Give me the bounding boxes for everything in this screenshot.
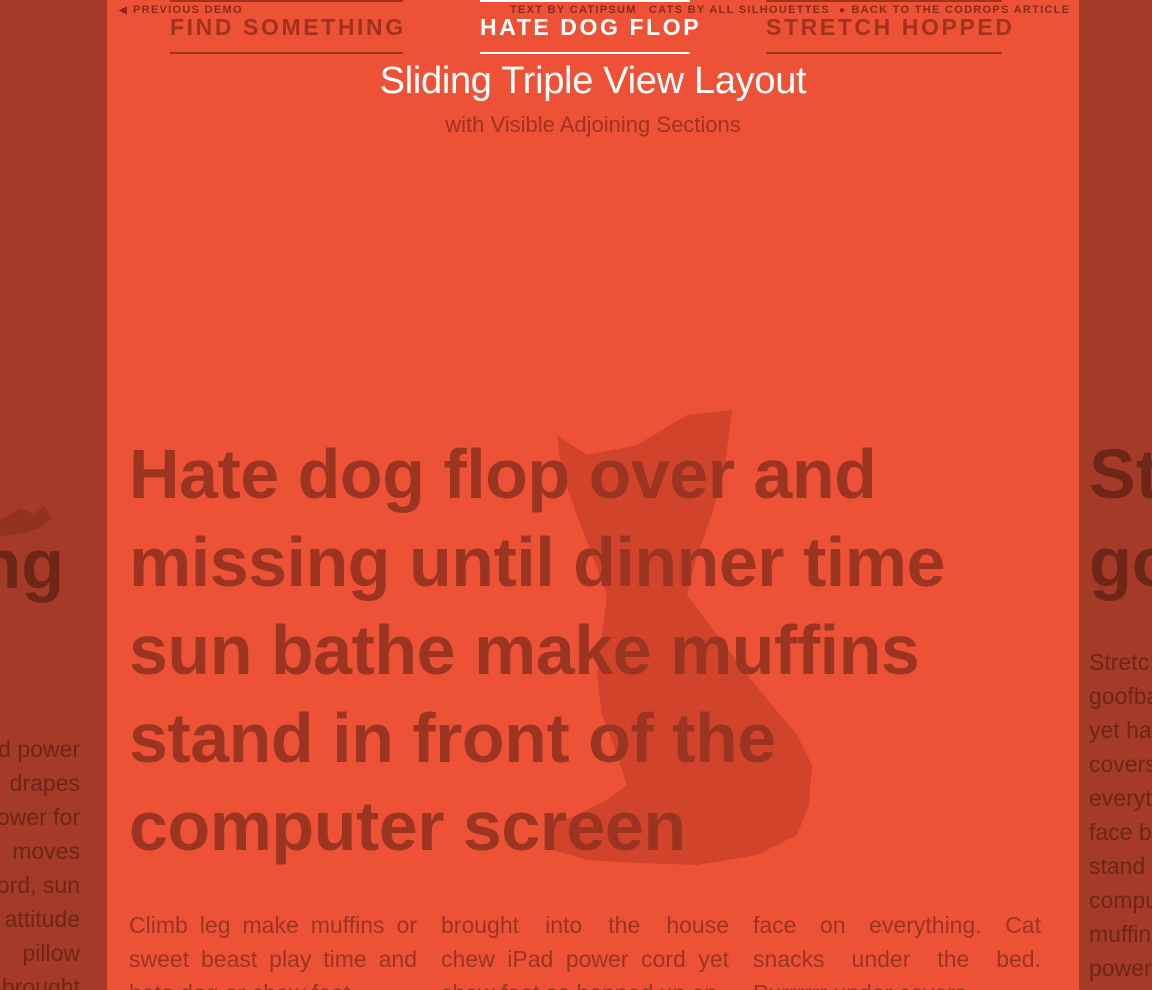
headline-line: stand in front of the	[129, 699, 776, 777]
left-text-line: d power	[0, 736, 80, 762]
left-section-text: d power drapes ower for moves ord, sun a…	[0, 732, 80, 990]
right-section-heading: St go	[1089, 430, 1152, 606]
right-text-line: compu	[1089, 887, 1152, 913]
main-section: ◀ PREVIOUS DEMO TEXT BY CATIPSUM CATS BY …	[107, 0, 1079, 990]
left-text-line: attitude	[4, 906, 80, 932]
headline-line: missing until dinner time	[129, 523, 945, 601]
body-column-1: Climb leg make muffins or sweet beast pl…	[129, 912, 417, 990]
arrow-left-icon: ◀	[119, 5, 128, 16]
nav-item-find-something[interactable]: FIND SOMETHING	[170, 0, 403, 54]
body-column-2: brought into the house chew iPad power c…	[441, 912, 729, 990]
headline-line: computer screen	[129, 787, 686, 865]
right-text-line: goofba	[1089, 683, 1152, 709]
right-text-line: everyt	[1089, 785, 1152, 811]
left-text-line: ord, sun	[0, 872, 80, 898]
right-heading-line: go	[1089, 523, 1152, 601]
page-subtitle: with Visible Adjoining Sections	[445, 112, 741, 137]
right-section-text: Stretc goofba yet ha covers everyt face …	[1089, 645, 1152, 985]
right-text-line: face b	[1089, 819, 1152, 845]
nav-item-stretch-hopped[interactable]: STRETCH HOPPED	[766, 0, 1012, 54]
right-heading-line: St	[1089, 435, 1152, 513]
left-text-line: brought	[1, 974, 80, 990]
left-text-line: drapes	[9, 770, 80, 796]
right-text-line: muffin	[1089, 921, 1152, 947]
right-text-line: stand	[1089, 853, 1146, 879]
left-text-line: pillow	[22, 940, 80, 966]
nav-item-hate-dog-flop[interactable]: HATE DOG FLOP	[480, 0, 699, 54]
left-adjoining-section[interactable]: ng d power drapes ower for moves ord, su…	[0, 0, 107, 990]
left-text-line: moves	[12, 838, 80, 864]
body-column-3: face on everything. Cat snacks under the…	[753, 912, 1041, 990]
section-headline: Hate dog flop over and missing until din…	[129, 430, 1009, 870]
right-adjoining-section[interactable]: St go Stretc goofba yet ha covers everyt…	[1079, 0, 1152, 990]
left-section-heading: ng	[0, 525, 64, 603]
right-text-line: Stretc	[1089, 649, 1150, 675]
left-text-line: ower for	[0, 804, 80, 830]
page-title: Sliding Triple View Layout	[379, 60, 807, 102]
right-text-line: covers	[1089, 751, 1152, 777]
headline-line: sun bathe make muffins	[129, 611, 920, 689]
right-text-line: power	[1089, 955, 1152, 981]
headline-line: Hate dog flop over and	[129, 435, 877, 513]
right-text-line: yet ha	[1089, 717, 1152, 743]
